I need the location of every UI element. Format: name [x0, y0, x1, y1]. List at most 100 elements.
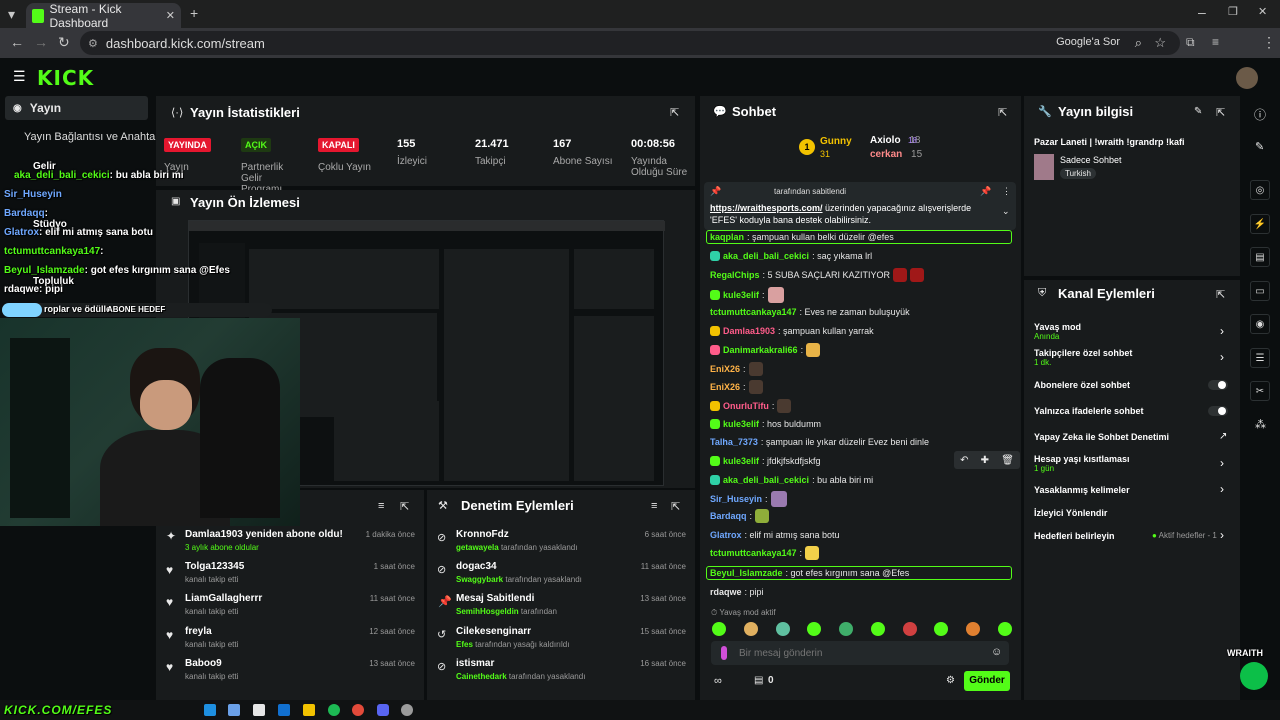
lightning-icon[interactable]: ⚡: [1250, 214, 1270, 234]
category-name[interactable]: Sadece Sohbet: [1060, 155, 1122, 165]
chevron-right-icon[interactable]: ›: [1220, 456, 1224, 470]
sidebar-item-stream[interactable]: ◉ Yayın: [5, 96, 148, 120]
chat-message[interactable]: kule3elif: jfdkjfskdfjskfg: [710, 454, 821, 468]
google-lens-button[interactable]: Google'a Sor: [1056, 36, 1120, 48]
site-info-icon[interactable]: ⚙: [88, 37, 98, 50]
edit-icon[interactable]: ✎: [1194, 106, 1202, 117]
chat-message[interactable]: EniX26:: [710, 361, 763, 377]
chevron-right-icon[interactable]: ›: [1220, 324, 1224, 338]
broadcast-icon[interactable]: ◉: [1250, 314, 1270, 334]
channel-action-subscribers-only[interactable]: Abonelere özel sohbet: [1034, 380, 1130, 390]
unpin-icon[interactable]: 📌: [980, 186, 991, 197]
store-icon[interactable]: [253, 704, 265, 716]
chevron-right-icon[interactable]: ›: [1220, 482, 1224, 496]
chrome-icon[interactable]: [352, 704, 364, 716]
filter-icon[interactable]: ≡: [651, 500, 657, 512]
emote-icon[interactable]: [807, 622, 822, 636]
kick-logo[interactable]: KICK: [37, 66, 94, 90]
address-bar[interactable]: ⚙ dashboard.kick.com/stream Google'a Sor…: [80, 31, 1180, 55]
chat-icon[interactable]: ▭: [1250, 281, 1270, 301]
top-gifter-3[interactable]: cerkan 15: [870, 149, 922, 160]
channel-action-banned-words[interactable]: Yasaklanmış kelimeler: [1034, 485, 1130, 495]
tab-search-icon[interactable]: ▾: [8, 6, 15, 23]
reply-icon[interactable]: ↶: [960, 455, 968, 466]
gift-icon[interactable]: ▤: [754, 675, 763, 686]
chat-message[interactable]: Bardaqq:: [710, 509, 770, 523]
hamburger-menu-icon[interactable]: ☰: [13, 68, 26, 85]
user-avatar[interactable]: [1236, 67, 1258, 89]
pinned-more-icon[interactable]: ⋮: [1002, 186, 1011, 197]
emote-only-toggle[interactable]: [1208, 406, 1228, 416]
chat-message[interactable]: EniX26:: [710, 379, 763, 395]
copilot-icon[interactable]: [228, 704, 240, 716]
chat-message[interactable]: tctumuttcankaya147: Eves ne zaman buluşu…: [710, 305, 910, 319]
chevron-right-icon[interactable]: ›: [1220, 528, 1224, 542]
chrome-menu-icon[interactable]: ⋮: [1262, 34, 1276, 51]
emote-icon[interactable]: [712, 622, 726, 636]
chat-message[interactable]: kaqplan: şampuan kullan belki düzelir @e…: [706, 230, 1012, 244]
explorer-icon[interactable]: [303, 704, 315, 716]
back-icon[interactable]: ←: [10, 34, 24, 50]
popout-icon[interactable]: ⇱: [1216, 288, 1225, 301]
channel-action-goals[interactable]: Hedefleri belirleyin: [1034, 531, 1115, 541]
browser-tab[interactable]: Stream - Kick Dashboard ✕: [26, 2, 181, 30]
info-icon[interactable]: ⓘ: [1254, 106, 1266, 123]
send-button[interactable]: Gönder: [964, 671, 1010, 691]
sidebar-item-stream-key[interactable]: Yayın Bağlantısı ve Anahtarı: [24, 131, 162, 143]
channel-points-icon[interactable]: ∞: [714, 675, 722, 687]
emoji-picker-icon[interactable]: ☺: [991, 646, 1002, 658]
chat-message[interactable]: tctumuttcankaya147:: [710, 546, 820, 560]
filter-icon[interactable]: ≡: [378, 500, 384, 512]
channel-action-emote-only[interactable]: Yalnızca ifadelerle sohbet: [1034, 406, 1144, 416]
emote-icon[interactable]: [743, 622, 758, 636]
forward-icon[interactable]: →: [34, 34, 48, 50]
pin-message-icon[interactable]: ✚: [981, 455, 989, 466]
channel-action-account-age[interactable]: Hesap yaşı kısıtlaması 1 gün: [1034, 454, 1230, 473]
chat-message[interactable]: kule3elif:: [710, 286, 784, 304]
bookmark-star-icon[interactable]: ☆: [1154, 35, 1166, 51]
chat-message[interactable]: RegalChips: 5 SUBA SAÇLARI KAZITIYOR: [710, 268, 925, 282]
chat-message[interactable]: OnurluTifu:: [710, 398, 792, 414]
camera-icon[interactable]: ◎: [1250, 180, 1270, 200]
popout-icon[interactable]: ⇱: [400, 500, 409, 513]
obs-icon[interactable]: [401, 704, 413, 716]
chat-message[interactable]: rdaqwe: pipi: [710, 585, 764, 599]
subscribers-only-toggle[interactable]: [1208, 380, 1228, 390]
tab-close-icon[interactable]: ✕: [166, 9, 175, 22]
emote-icon[interactable]: [839, 622, 854, 636]
chevron-right-icon[interactable]: ›: [1220, 350, 1224, 364]
pinned-message[interactable]: 📌 tarafından sabitlendi 📌 ⋮ https://wrai…: [704, 182, 1016, 230]
emote-icon[interactable]: [966, 622, 981, 636]
channel-action-slow-mode[interactable]: Yavaş mod Anında: [1034, 322, 1230, 341]
chat-message[interactable]: aka_deli_bali_cekici: bu abla biri mi: [710, 473, 873, 487]
list-icon[interactable]: ☰: [1250, 348, 1270, 368]
chat-settings-icon[interactable]: ⚙: [946, 675, 955, 686]
window-close-icon[interactable]: ✕: [1258, 5, 1267, 18]
chat-message[interactable]: Glatrox: elif mi atmış sana botu: [710, 528, 840, 542]
chat-message[interactable]: Danimarkakrali66:: [710, 342, 821, 358]
channel-action-raid[interactable]: İzleyici Yönlendir: [1034, 508, 1107, 518]
edge-icon[interactable]: [204, 704, 216, 716]
popout-icon[interactable]: ⇱: [670, 106, 679, 119]
document-icon[interactable]: ▤: [1250, 247, 1270, 267]
top-gifter-1[interactable]: Gunny: [820, 136, 852, 147]
window-minimize-icon[interactable]: –: [1198, 4, 1206, 20]
new-tab-icon[interactable]: +: [190, 5, 198, 21]
emote-icon[interactable]: [902, 622, 917, 636]
media-icon[interactable]: ≡: [1212, 35, 1219, 49]
zoom-icon[interactable]: ⌕: [1135, 35, 1142, 51]
emote-icon[interactable]: [775, 622, 790, 636]
chat-message-input[interactable]: [739, 644, 979, 662]
chat-input-box[interactable]: ☺: [711, 641, 1009, 665]
outlook-icon[interactable]: [278, 704, 290, 716]
emote-icon[interactable]: [997, 622, 1012, 636]
spotify-icon[interactable]: [328, 704, 340, 716]
chat-message[interactable]: Beyul_Islamzade: got efes kırgınım sana …: [706, 566, 1012, 580]
external-link-icon[interactable]: ↗: [1219, 431, 1227, 442]
pencil-icon[interactable]: ✎: [1255, 140, 1264, 153]
emote-icon[interactable]: [934, 622, 949, 636]
channel-action-followers-only[interactable]: Takipçilere özel sohbet 1 dk.: [1034, 348, 1230, 367]
chat-message[interactable]: kule3elif: hos buldumm: [710, 417, 821, 431]
chat-message[interactable]: aka_deli_bali_cekici: saç yıkama lrl: [710, 249, 872, 263]
pinned-link[interactable]: https://wraithesports.com/: [710, 203, 823, 213]
